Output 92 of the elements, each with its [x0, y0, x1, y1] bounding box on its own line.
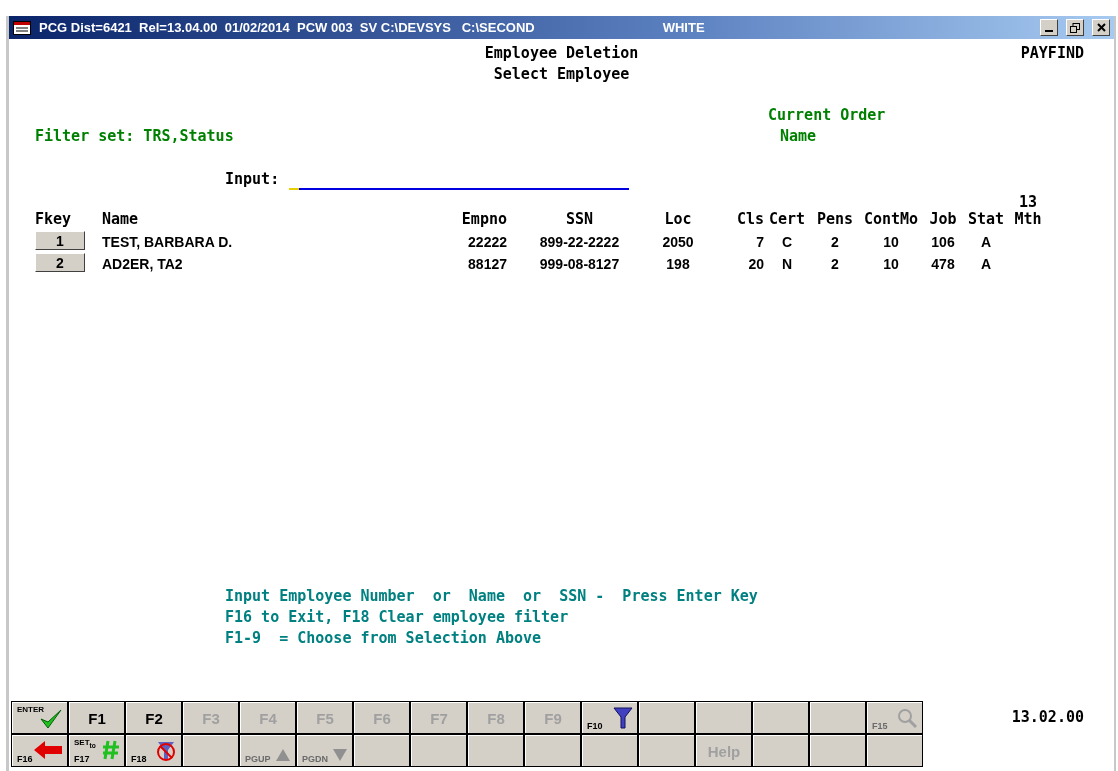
table-cell-text: AD2ER, TA2	[102, 256, 184, 272]
magnifier-icon	[896, 707, 918, 729]
input-label: Input:	[225, 169, 280, 190]
column-header: SSN	[564, 211, 595, 228]
function-key[interactable]: F2	[126, 702, 181, 733]
table-cell-text: 88127	[467, 256, 507, 272]
restore-icon	[1070, 22, 1080, 33]
select-key-button[interactable]: 2	[35, 253, 85, 272]
key-label: F18	[131, 754, 147, 764]
restore-button[interactable]	[1066, 19, 1084, 36]
column-header: Empno	[460, 211, 507, 228]
table-cell-text: 106	[930, 234, 956, 250]
column-header: Stat	[966, 211, 1006, 228]
blank-key[interactable]	[525, 735, 580, 766]
column-header: Name	[102, 211, 140, 228]
table-cell-text: 478	[930, 256, 956, 272]
close-button[interactable]	[1092, 19, 1110, 36]
table-cell-text: 20	[747, 256, 764, 272]
blank-key[interactable]	[810, 702, 865, 733]
function-key[interactable]: SET$_{to}$ F17	[69, 735, 124, 766]
key-label: PGDN	[302, 754, 328, 764]
function-key[interactable]: F10	[582, 702, 637, 733]
instruction-text: F16 to Exit, F18 Clear employee filter	[225, 607, 570, 628]
key-label: F10	[587, 721, 603, 731]
blank-key[interactable]	[354, 735, 409, 766]
minimize-icon	[1045, 30, 1053, 32]
column-header: ContMo	[862, 211, 920, 228]
key-label: ENTER	[17, 705, 45, 714]
instruction-text: F1-9 = Choose from Selection Above	[225, 628, 543, 649]
blank-key[interactable]	[183, 735, 238, 766]
column-header: Loc	[663, 211, 693, 228]
order-label: Current Order	[768, 105, 887, 126]
table-cell-text: 22222	[467, 234, 507, 250]
blank-key[interactable]	[867, 735, 922, 766]
funnel-icon	[613, 707, 633, 729]
table-cell-text: TEST, BARBARA D.	[102, 234, 234, 250]
table-cell-text: C	[780, 234, 794, 250]
function-key[interactable]: F1	[69, 702, 124, 733]
column-header: 13 Mth	[1013, 194, 1043, 228]
column-header: Cert	[767, 211, 807, 228]
screen-title: Employee Deletion	[484, 43, 639, 64]
close-icon	[1096, 23, 1106, 32]
blank-key[interactable]	[639, 702, 694, 733]
screen-subtitle: Select Employee	[493, 64, 630, 85]
filter-text: Filter set: TRS,Status	[35, 126, 234, 147]
minimize-button[interactable]	[1040, 19, 1058, 36]
blank-key[interactable]	[411, 735, 466, 766]
table-cell-text: 10	[882, 234, 900, 250]
program-name: PAYFIND	[1020, 43, 1085, 64]
triangle-down-icon	[332, 748, 348, 762]
column-header: Pens	[815, 211, 855, 228]
no-filter-icon	[155, 740, 177, 762]
select-key-button[interactable]: 1	[35, 231, 85, 250]
table-cell-text: N	[780, 256, 794, 272]
window-menu-icon	[13, 20, 31, 35]
blank-key[interactable]	[810, 735, 865, 766]
function-key[interactable]: F16	[12, 735, 67, 766]
function-key[interactable]: ENTER	[12, 702, 67, 733]
table-cell-text: 2	[830, 234, 840, 250]
table-cell-text: 7	[755, 234, 764, 250]
table-cell-text: 2	[830, 256, 840, 272]
column-header: Cls	[735, 211, 764, 228]
arrow-left-icon	[33, 740, 63, 760]
key-label: F15	[872, 721, 888, 731]
blank-key[interactable]	[753, 702, 808, 733]
text-cursor	[289, 188, 300, 190]
user-name: WHITE	[662, 20, 706, 35]
window-title: PCG Dist=6421 Rel=13.04.00 01/02/2014 PCW 003 SV C:\DEVSYS C:\SECOND	[39, 20, 535, 35]
table-cell-text: 899-22-2222	[538, 234, 621, 250]
column-header: Fkey	[35, 211, 73, 228]
order-value: Name	[779, 126, 818, 147]
hash-icon	[102, 740, 120, 760]
blank-key[interactable]	[753, 735, 808, 766]
column-header: Job	[928, 211, 958, 228]
version-text: 13.02.00	[1011, 707, 1085, 728]
blank-key[interactable]	[696, 702, 751, 733]
table-cell-text: 198	[665, 256, 691, 272]
table-cell-text: A	[979, 256, 993, 272]
key-label: F17	[74, 754, 90, 764]
table-cell-text: A	[979, 234, 993, 250]
function-key[interactable]: F18	[126, 735, 181, 766]
table-cell-text: 2050	[661, 234, 695, 250]
blank-key[interactable]	[468, 735, 523, 766]
key-label: PGUP	[245, 754, 271, 764]
table-cell-text: 10	[882, 256, 900, 272]
table-cell-text: 999-08-8127	[538, 256, 621, 272]
key-caption: SET$_{to}$	[74, 738, 96, 749]
triangle-up-icon	[275, 748, 291, 762]
blank-key[interactable]	[639, 735, 694, 766]
instruction-text: Input Employee Number or Name or SSN - Press Enter Key	[225, 586, 759, 607]
blank-key[interactable]	[582, 735, 637, 766]
key-label: F16	[17, 754, 33, 764]
